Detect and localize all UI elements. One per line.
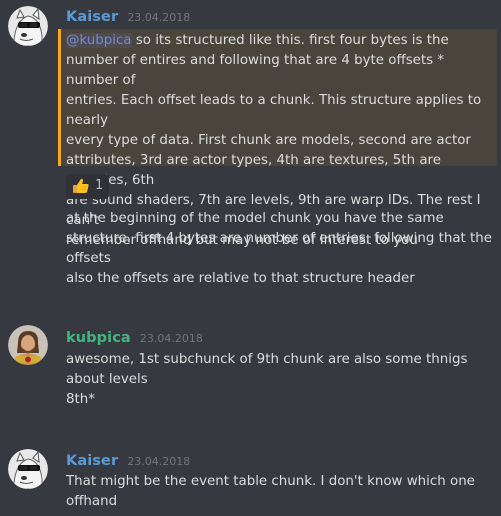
- author-name[interactable]: Kaiser: [66, 453, 118, 469]
- message-text: also the offsets are relative to that st…: [66, 271, 415, 286]
- sunglasses-doge-avatar: [8, 6, 48, 46]
- message-header: Kaiser 23.04.2018: [66, 6, 190, 26]
- wrestler-avatar: [8, 325, 48, 365]
- timestamp: 23.04.2018: [139, 332, 203, 345]
- message-header: kubpica 23.04.2018: [66, 327, 203, 347]
- timestamp: 23.04.2018: [127, 455, 191, 468]
- message-text: at the beginning of the model chunk you …: [66, 211, 493, 266]
- message-header: Kaiser 23.04.2018: [66, 450, 190, 470]
- kaiser-avatar[interactable]: [8, 6, 48, 46]
- author-name[interactable]: kubpica: [66, 330, 131, 346]
- message-text: 8th*: [66, 392, 95, 407]
- thumbs-up-icon: [73, 178, 89, 193]
- message-text: awesome, 1st subchunck of 9th chunk are …: [66, 352, 468, 387]
- author-name[interactable]: Kaiser: [66, 9, 118, 25]
- sunglasses-doge-avatar: [8, 449, 48, 489]
- user-mention[interactable]: @kubpica: [66, 33, 132, 48]
- timestamp: 23.04.2018: [127, 11, 191, 24]
- message-text: That might be the event table chunk. I d…: [66, 474, 475, 509]
- chat-messages: Kaiser 23.04.2018 @kubpica so its struct…: [0, 0, 501, 516]
- kubpica-avatar[interactable]: [8, 325, 48, 365]
- kaiser-avatar[interactable]: [8, 449, 48, 489]
- reaction-count: 1: [95, 178, 104, 193]
- thumbs-up-reaction[interactable]: 1: [66, 174, 109, 199]
